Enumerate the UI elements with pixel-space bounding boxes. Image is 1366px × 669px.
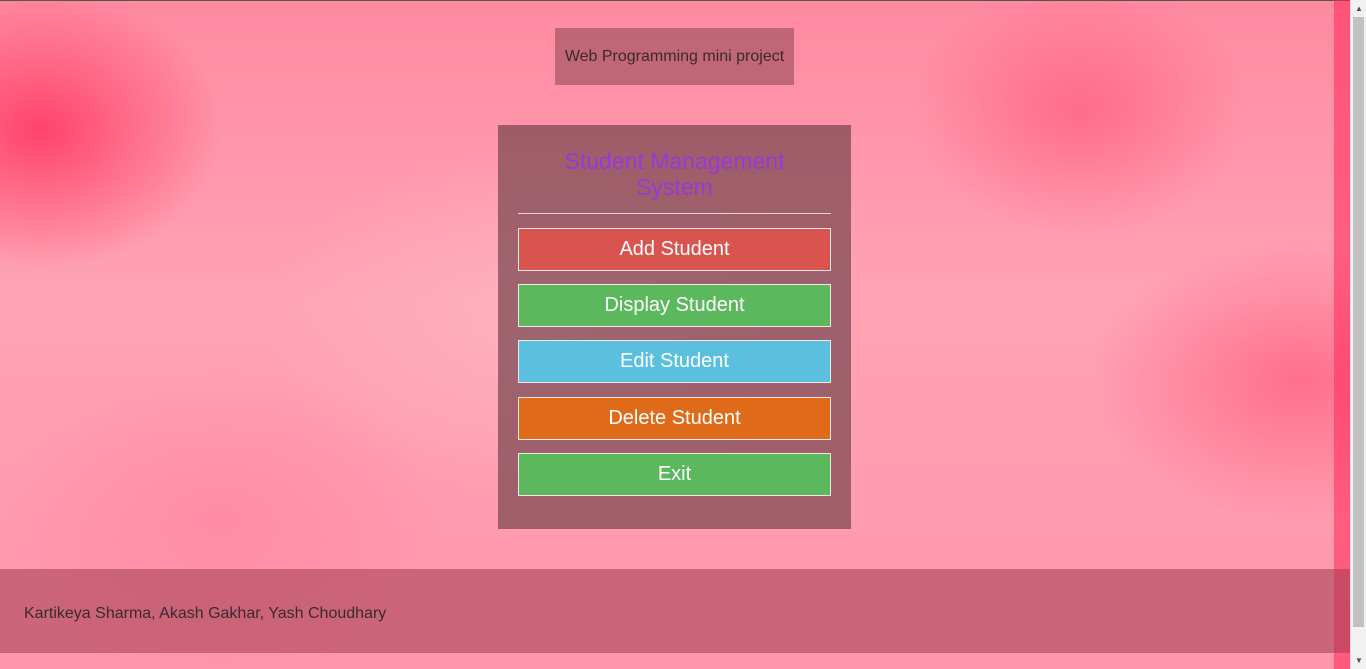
menu-divider	[518, 213, 831, 214]
exit-button[interactable]: Exit	[518, 453, 831, 496]
main-menu-panel: Student Management System Add Student Di…	[498, 125, 851, 529]
scrollbar-thumb[interactable]	[1353, 17, 1364, 627]
edit-student-button[interactable]: Edit Student	[518, 340, 831, 383]
vertical-scrollbar[interactable]: ▲ ▼	[1350, 0, 1366, 669]
scroll-down-arrow-icon[interactable]: ▼	[1351, 652, 1366, 669]
project-banner: Web Programming mini project	[555, 28, 794, 85]
menu-title: Student Management System	[564, 148, 785, 200]
delete-student-button[interactable]: Delete Student	[518, 397, 831, 440]
add-student-button[interactable]: Add Student	[518, 228, 831, 271]
page: Web Programming mini project Student Man…	[0, 0, 1366, 669]
project-banner-label: Web Programming mini project	[564, 48, 785, 65]
menu-button-list: Add Student Display Student Edit Student…	[518, 228, 831, 496]
scroll-up-arrow-icon[interactable]: ▲	[1351, 0, 1366, 17]
footer-credits: Kartikeya Sharma, Akash Gakhar, Yash Cho…	[24, 605, 387, 622]
window-top-border	[0, 0, 1350, 1]
display-student-button[interactable]: Display Student	[518, 284, 831, 327]
footer: Kartikeya Sharma, Akash Gakhar, Yash Cho…	[0, 569, 1350, 653]
